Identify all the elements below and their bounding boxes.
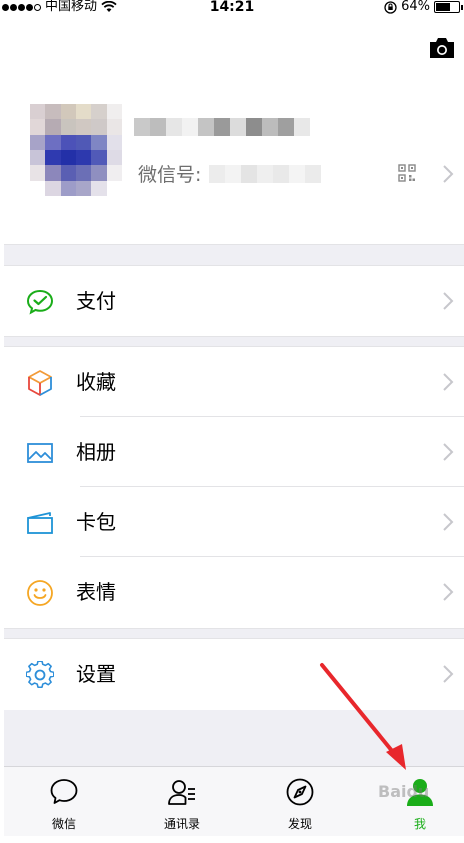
tab-chats[interactable]: 微信 (24, 767, 104, 837)
camera-icon[interactable] (428, 36, 456, 60)
favorites-cube-icon (28, 370, 52, 396)
wechat-id-row: 微信号: (138, 160, 322, 187)
chat-bubble-icon (50, 779, 78, 804)
chevron-right-icon (443, 373, 454, 391)
status-right: 64% (384, 0, 463, 14)
tab-discover[interactable]: 发现 (260, 767, 340, 837)
tab-contacts[interactable]: 通讯录 (142, 767, 222, 837)
chevron-right-icon (443, 165, 454, 183)
tab-bar: 微信 通讯录 发现 我 (4, 766, 464, 836)
album-photo-icon (27, 443, 53, 463)
tab-label-discover: 发现 (287, 817, 312, 831)
menu-item-stickers[interactable]: 表情 (4, 557, 464, 627)
menu-label-cards: 卡包 (76, 510, 116, 534)
chevron-right-icon (443, 665, 454, 683)
avatar[interactable] (30, 104, 122, 196)
menu-item-album[interactable]: 相册 (4, 417, 464, 487)
wechat-id-label: 微信号: (138, 164, 202, 186)
menu-label-favorites: 收藏 (76, 370, 116, 394)
tab-label-chats: 微信 (51, 817, 76, 831)
menu-item-pay[interactable]: 支付 (4, 266, 464, 336)
menu-item-settings[interactable]: 设置 (4, 639, 464, 709)
cards-wallet-icon (27, 512, 53, 534)
pay-icon (26, 289, 54, 315)
chevron-right-icon (443, 292, 454, 310)
wechat-id-pixelated (209, 164, 322, 183)
contacts-icon (168, 780, 195, 805)
section-divider (4, 336, 464, 347)
compass-icon (286, 778, 314, 806)
nickname-pixelated (134, 118, 310, 138)
qr-code-icon[interactable] (398, 164, 416, 182)
tab-label-me: 我 (413, 817, 426, 831)
chevron-right-icon (443, 583, 454, 601)
section-divider (4, 244, 464, 266)
section-divider (4, 628, 464, 639)
menu-item-favorites[interactable]: 收藏 (4, 347, 464, 417)
baidu-watermark: Baidu (378, 782, 430, 801)
tab-me[interactable]: 我 (380, 767, 460, 837)
gear-icon (26, 661, 54, 688)
orientation-lock-icon (384, 0, 397, 14)
menu-label-settings: 设置 (76, 662, 116, 686)
chevron-right-icon (443, 443, 454, 461)
battery-percentage: 64% (401, 0, 430, 14)
menu-label-stickers: 表情 (76, 580, 116, 604)
tab-label-contacts: 通讯录 (163, 817, 200, 831)
bottom-background (4, 710, 464, 766)
chevron-right-icon (443, 513, 454, 531)
smiley-icon (27, 580, 53, 606)
menu-label-pay: 支付 (76, 289, 116, 313)
battery-icon (434, 1, 463, 13)
profile-card[interactable]: 微信号: (0, 84, 464, 244)
status-bar: 中国移动 14:21 64% (0, 0, 464, 14)
menu-item-cards[interactable]: 卡包 (4, 487, 464, 557)
menu-label-album: 相册 (76, 440, 116, 464)
